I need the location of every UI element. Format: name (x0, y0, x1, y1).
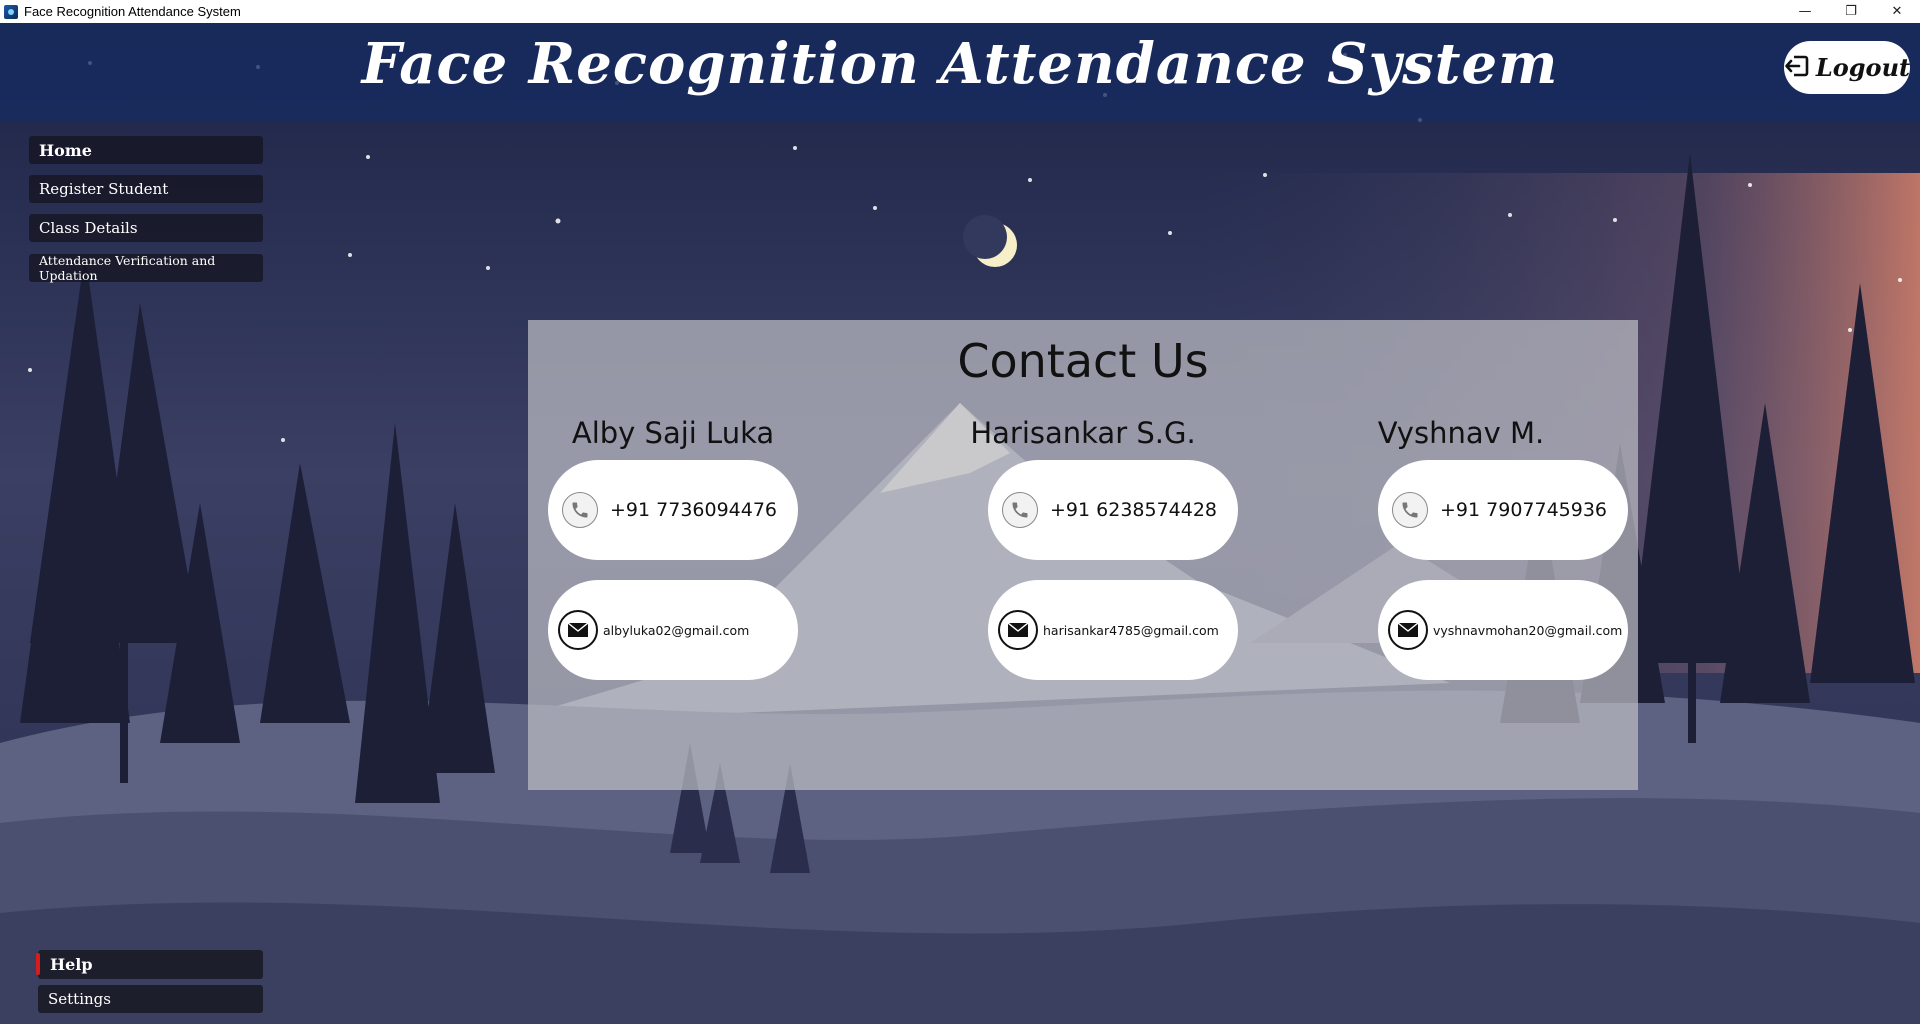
nav-register-student[interactable]: Register Student (29, 175, 263, 203)
window-title: Face Recognition Attendance System (24, 4, 241, 19)
email-card[interactable]: vyshnavmohan20@gmail.com (1378, 580, 1628, 680)
restore-button[interactable]: ❐ (1828, 0, 1874, 23)
phone-card[interactable]: +91 6238574428 (988, 460, 1238, 560)
nav-attendance-verification[interactable]: Attendance Verification and Updation (29, 253, 263, 283)
email-address: harisankar4785@gmail.com (1043, 622, 1219, 638)
header-title: Face Recognition Attendance System (361, 31, 1559, 97)
email-address: vyshnavmohan20@gmail.com (1433, 622, 1623, 638)
phone-number: +91 6238574428 (1050, 499, 1218, 521)
phone-number: +91 7736094476 (610, 499, 778, 521)
phone-number: +91 7907745936 (1440, 499, 1608, 521)
active-marker (36, 953, 40, 975)
person-name: Alby Saji Luka (571, 416, 775, 450)
phone-card[interactable]: +91 7907745936 (1378, 460, 1628, 560)
mail-icon (558, 610, 598, 650)
nav-class-details[interactable]: Class Details (29, 214, 263, 242)
close-button[interactable]: ✕ (1874, 0, 1920, 23)
mail-icon (1388, 610, 1428, 650)
logout-button[interactable]: Logout (1784, 41, 1910, 94)
window-controls: — ❐ ✕ (1782, 0, 1920, 23)
nav-home[interactable]: Home (29, 136, 263, 164)
contact-panel: Contact Us Alby Saji Luka +91 7736094476… (528, 320, 1638, 790)
person-name: Vyshnav M. (1377, 416, 1545, 450)
contact-title: Contact Us (957, 334, 1209, 388)
nav-settings[interactable]: Settings (38, 985, 263, 1013)
nav-help-label: Help (50, 955, 93, 974)
person-name: Harisankar S.G. (970, 416, 1196, 450)
nav-help[interactable]: Help (36, 950, 263, 979)
logout-label: Logout (1815, 53, 1911, 82)
phone-icon (1002, 492, 1038, 528)
phone-icon (562, 492, 598, 528)
logout-icon (1784, 53, 1810, 83)
app-icon (4, 4, 18, 19)
window-title-bar: Face Recognition Attendance System — ❐ ✕ (0, 0, 1920, 23)
email-card[interactable]: harisankar4785@gmail.com (988, 580, 1238, 680)
minimize-button[interactable]: — (1782, 0, 1828, 23)
phone-card[interactable]: +91 7736094476 (548, 460, 798, 560)
email-address: albyluka02@gmail.com (603, 622, 750, 638)
phone-icon (1392, 492, 1428, 528)
app-header: Face Recognition Attendance System Logou… (0, 23, 1920, 122)
email-card[interactable]: albyluka02@gmail.com (548, 580, 798, 680)
mail-icon (998, 610, 1038, 650)
